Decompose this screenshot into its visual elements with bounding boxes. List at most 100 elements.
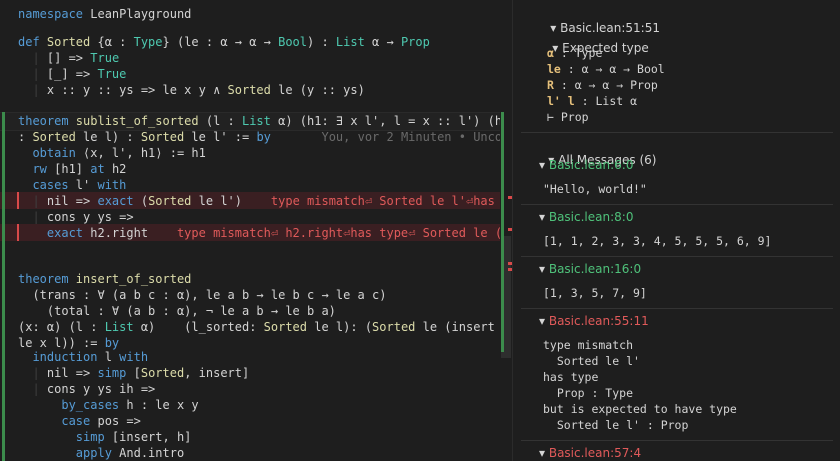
hypothesis-type[interactable]: : α → α → Prop [554, 78, 658, 92]
code-token: by_cases [61, 398, 120, 412]
code-token: Sorted [140, 366, 185, 380]
code-line[interactable]: (total : ∀ (a b : α), ¬ le a b → le b a) [18, 303, 336, 319]
code-token: induction [32, 350, 98, 364]
message-body-line: [1, 1, 2, 3, 3, 4, 5, 5, 5, 6, 9] [543, 234, 772, 248]
code-line[interactable]: def Sorted {α : Type} (le : α → α → Bool… [18, 34, 430, 50]
message-body-line: Sorted le l' [543, 354, 640, 368]
message-location[interactable]: ▾ Basic.lean:16:0 [539, 262, 641, 277]
code-token: nil => [46, 194, 98, 208]
code-token: Bool [278, 35, 308, 49]
code-line[interactable]: : Sorted le l) : Sorted le l' := by You,… [18, 129, 512, 145]
hypothesis-name[interactable]: l' l [547, 94, 575, 108]
collapse-triangle-icon[interactable]: ▾ [539, 158, 549, 172]
hypothesis-name[interactable]: R [547, 78, 554, 92]
code-token: [ [126, 366, 141, 380]
code-token: insert_of_sorted [75, 272, 192, 286]
code-token: Sorted [372, 320, 416, 334]
collapse-triangle-icon[interactable]: ▾ [539, 446, 549, 460]
code-token: cons y ys => [46, 210, 134, 224]
code-token: Prop [400, 35, 430, 49]
lean-infoview[interactable]: ▾ Basic.lean:51:51 ▾ Expected type α : T… [512, 0, 840, 461]
message-location[interactable]: ▾ Basic.lean:55:11 [539, 314, 649, 329]
code-token: List [241, 114, 271, 128]
hypothesis[interactable]: l' l : List α [547, 94, 637, 109]
code-token: | [18, 194, 47, 208]
code-line[interactable]: by_cases h : le x y [18, 397, 198, 413]
code-line[interactable]: rw [h1] at h2 [18, 161, 126, 177]
message-location-link[interactable]: Basic.lean:6:0 [549, 158, 634, 172]
code-editor[interactable]: namespace LeanPlayground def Sorted {α : … [0, 0, 512, 461]
code-token: with [97, 178, 127, 192]
code-token: simp [75, 430, 105, 444]
code-token: exact [97, 194, 134, 208]
hypothesis-type[interactable]: : Type [554, 46, 603, 60]
code-line[interactable]: apply And.intro [18, 445, 184, 461]
hypothesis-type[interactable]: : List α [575, 94, 637, 108]
code-line[interactable]: namespace LeanPlayground [18, 6, 191, 22]
code-token: by [104, 336, 120, 350]
code-token: sublist_of_sorted [75, 114, 199, 128]
hypothesis[interactable]: R : α → α → Prop [547, 78, 658, 93]
message-location-link[interactable]: Basic.lean:55:11 [549, 314, 649, 328]
message-body-line: type mismatch [543, 338, 634, 352]
code-line[interactable]: | [_] => True [18, 66, 126, 82]
divider [521, 440, 833, 441]
code-line[interactable]: obtain ⟨x, l', h1⟩ := h1 [18, 145, 205, 161]
code-token: (total : ∀ (a b : α), ¬ le a b → le b a) [46, 304, 336, 318]
divider [521, 204, 833, 205]
code-token: Sorted [227, 83, 271, 97]
code-token: apply [75, 446, 112, 460]
code-line[interactable]: | x :: y :: ys => le x y ∧ Sorted le (y … [18, 82, 364, 98]
code-line[interactable]: | cons y ys ih => [18, 381, 155, 397]
code-token: rw [32, 162, 47, 176]
code-line[interactable]: theorem sublist_of_sorted (l : List α) (… [18, 113, 509, 129]
message-location[interactable]: ▾ Basic.lean:6:0 [539, 158, 633, 173]
code-line[interactable]: simp [insert, h] [18, 429, 192, 445]
collapse-triangle-icon[interactable]: ▾ [539, 314, 549, 328]
code-line[interactable]: case pos => [18, 413, 140, 429]
hypothesis-name[interactable]: α [547, 46, 554, 60]
collapse-triangle-icon[interactable]: ▾ [539, 210, 549, 224]
message-location-link[interactable]: Basic.lean:8:0 [549, 210, 634, 224]
message-location-link[interactable]: Basic.lean:16:0 [549, 262, 641, 276]
code-line[interactable]: (x: α) (l : List α) (l_sorted: Sorted le… [18, 319, 495, 335]
code-line[interactable]: cases l' with [18, 177, 126, 193]
message-location[interactable]: ▾ Basic.lean:8:0 [539, 210, 633, 225]
code-token: Sorted [263, 320, 308, 334]
code-token: True [97, 67, 127, 81]
hypothesis-type[interactable]: : α → α → Bool [561, 62, 665, 76]
code-token: cases [32, 178, 69, 192]
message-location[interactable]: ▾ Basic.lean:57:4 [539, 446, 641, 461]
code-token: ( [133, 194, 149, 208]
message-location-link[interactable]: Basic.lean:57:4 [549, 446, 641, 460]
hypothesis[interactable]: le : α → α → Bool [547, 62, 665, 77]
code-token: theorem [18, 272, 76, 286]
code-line[interactable]: | nil => simp [Sorted, insert] [18, 365, 249, 381]
code-line[interactable]: exact h2.right type mismatch⏎ h2.right⏎h… [18, 225, 512, 241]
code-token: h2 [104, 162, 127, 176]
code-line[interactable]: (trans : ∀ (a b c : α), le a b → le b c … [18, 287, 386, 303]
code-line[interactable]: induction l with [18, 349, 148, 365]
message-body-line: has type [543, 370, 599, 384]
collapse-triangle-icon[interactable]: ▾ [539, 262, 549, 276]
hypothesis[interactable]: α : Type [547, 46, 602, 61]
code-token: (x: α) (l : [18, 320, 105, 334]
code-line[interactable]: | cons y ys => [18, 209, 134, 225]
code-line[interactable]: theorem insert_of_sorted [18, 271, 191, 287]
code-token: [] => [46, 51, 91, 65]
code-token: Type [133, 35, 163, 49]
code-line[interactable]: | [] => True [18, 50, 119, 66]
code-token: le l): ( [307, 320, 373, 334]
code-token: [insert, h] [104, 430, 192, 444]
code-token: cons y ys ih => [46, 382, 156, 396]
code-line[interactable]: | nil => exact (Sorted le l') type misma… [18, 193, 512, 209]
code-token: case [61, 414, 91, 428]
code-token: LeanPlayground [90, 7, 192, 21]
hypothesis-name[interactable]: le [547, 62, 561, 76]
goal-target: ⊢ Prop [547, 110, 589, 124]
